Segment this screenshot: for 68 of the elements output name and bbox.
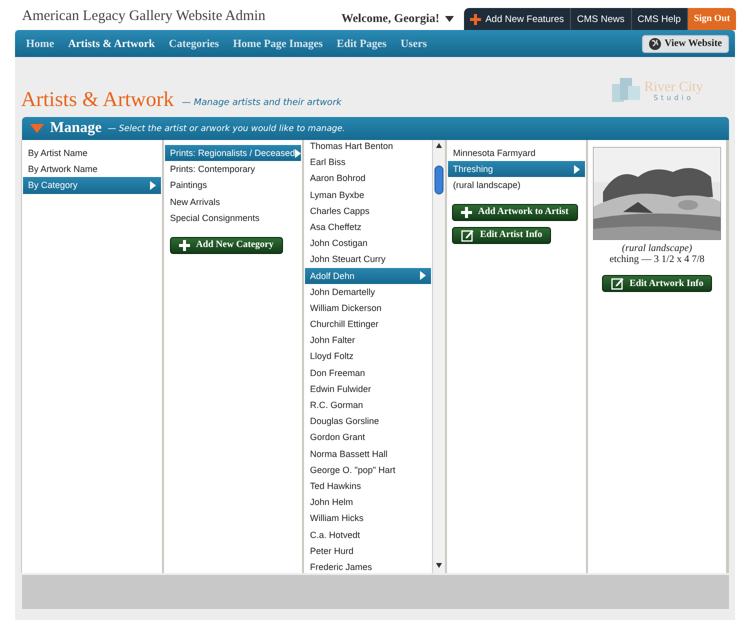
list-item[interactable]: John Helm <box>305 494 431 510</box>
list-item[interactable]: Prints: Regionalists / Deceased <box>165 145 301 162</box>
list-item[interactable]: Edwin Fulwider <box>305 380 431 397</box>
action-button[interactable]: Add Artwork to Artist <box>452 204 578 221</box>
view-website-button[interactable]: View Website <box>642 34 729 52</box>
action-button[interactable]: Edit Artist Info <box>452 226 552 244</box>
list-item[interactable]: Frederic James <box>305 558 431 573</box>
list-item[interactable]: Charles Capps <box>305 202 431 219</box>
edit-artwork-button[interactable]: Edit Artwork Info <box>602 275 712 292</box>
list-item[interactable]: By Artwork Name <box>23 161 161 178</box>
list-item[interactable]: Prints: Contemporary <box>165 161 301 178</box>
list-item[interactable]: Lyman Byxbe <box>305 186 431 203</box>
list-item[interactable]: Asa Cheffetz <box>305 218 431 236</box>
globe-icon <box>648 38 660 50</box>
arrow-icon <box>420 271 426 280</box>
page-subtitle: — Manage artists and their artwork <box>182 98 342 110</box>
manage-header: Manage — Select the artist or arwork you would like to manage. <box>22 117 729 140</box>
list-item[interactable]: Minnesota Farmyard <box>448 145 585 162</box>
edit-icon <box>461 228 474 242</box>
list-item[interactable]: Earl Biss <box>305 154 431 170</box>
artwork-caption: (rural landscape) <box>622 243 692 254</box>
list-item[interactable]: Gordon Grant <box>305 429 431 446</box>
list-item[interactable]: R.C. Gorman <box>305 397 431 414</box>
list-item[interactable]: Aaron Bohrod <box>305 170 431 187</box>
list-item[interactable]: Lloyd Foltz <box>305 348 431 365</box>
list-item[interactable]: John Costigan <box>305 235 431 252</box>
list-item[interactable]: Threshing <box>448 161 585 178</box>
list-item[interactable]: William Hicks <box>305 510 431 526</box>
scrollbar[interactable] <box>432 140 445 573</box>
list-item[interactable]: William Dickerson <box>305 300 431 316</box>
list-item[interactable]: Douglas Gorsline <box>305 413 431 430</box>
list-item[interactable]: (rural landscape) <box>448 177 585 194</box>
site-title: American Legacy Gallery Website Admin <box>22 6 266 24</box>
list-item[interactable]: C.a. Hotvedt <box>305 526 431 543</box>
nav-tab[interactable]: Categories <box>164 38 224 50</box>
page-title: Artists & Artwork <box>21 87 175 112</box>
caret-icon <box>445 16 454 22</box>
plus-icon <box>461 206 472 218</box>
list-item[interactable]: Don Freeman <box>305 364 431 381</box>
arrow-icon <box>574 164 580 174</box>
nav-tab[interactable]: Edit Pages <box>332 38 392 50</box>
list-item[interactable]: Paintings <box>165 177 301 194</box>
arrow-icon <box>150 180 156 190</box>
list-item[interactable]: John Steuart Curry <box>305 251 431 268</box>
top-link[interactable]: Add New Features <box>464 8 570 30</box>
list-item[interactable]: Norma Bassett Hall <box>305 446 431 462</box>
welcome-menu[interactable]: Welcome, Georgia! <box>341 11 454 30</box>
artwork-details: etching — 3 1/2 x 4 7/8 <box>610 254 704 265</box>
list-item[interactable]: John Falter <box>305 332 431 348</box>
list-item[interactable]: Ted Hawkins <box>305 478 431 494</box>
plus-icon <box>179 240 190 251</box>
list-item[interactable]: Peter Hurd <box>305 542 431 559</box>
list-item[interactable]: George O. "pop" Hart <box>305 462 431 478</box>
nav-tab[interactable]: Users <box>396 38 432 50</box>
list-item[interactable]: By Category <box>23 177 161 194</box>
list-item[interactable]: Special Consignments <box>165 210 301 226</box>
add-category-button[interactable]: Add New Category <box>170 236 283 254</box>
list-item[interactable]: By Artist Name <box>23 145 161 162</box>
list-item[interactable]: Churchill Ettinger <box>305 316 431 332</box>
nav-tab[interactable]: Home <box>21 38 60 50</box>
list-item[interactable]: Adolf Dehn <box>305 268 431 284</box>
plus-icon <box>470 14 482 24</box>
nav-tab[interactable]: Home Page Images <box>228 38 328 50</box>
nav-tab[interactable]: Artists & Artwork <box>63 38 160 50</box>
list-item[interactable]: New Arrivals <box>165 194 301 210</box>
list-item[interactable]: John Demartelly <box>305 284 431 300</box>
edit-icon <box>610 277 624 290</box>
list-item[interactable]: Thomas Hart Benton <box>305 138 431 154</box>
